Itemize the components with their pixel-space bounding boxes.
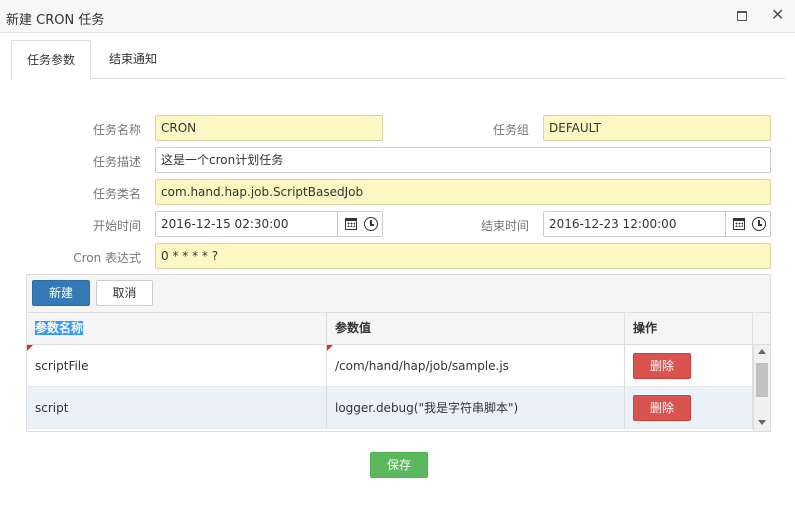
- close-icon[interactable]: ✕: [770, 5, 786, 24]
- job-group-label: 任务组: [492, 123, 529, 137]
- maximize-icon[interactable]: [734, 8, 750, 24]
- param-value-cell[interactable]: /com/hand/hap/job/sample.js: [327, 345, 625, 387]
- cancel-button[interactable]: 取消: [96, 280, 153, 306]
- job-name-label: 任务名称: [92, 123, 141, 137]
- job-description-label: 任务描述: [92, 155, 141, 169]
- param-name-cell[interactable]: script: [27, 387, 327, 429]
- param-name-cell[interactable]: scriptFile: [27, 345, 327, 387]
- save-button[interactable]: 保存: [370, 452, 428, 478]
- clock-icon[interactable]: [752, 217, 766, 231]
- cron-expression-label: Cron 表达式: [73, 251, 141, 265]
- job-description-field[interactable]: 这是一个cron计划任务: [155, 147, 771, 173]
- calendar-icon[interactable]: [345, 218, 357, 230]
- start-time-field[interactable]: 2016-12-15 02:30:00: [155, 211, 338, 237]
- job-name-field[interactable]: CRON: [155, 115, 383, 141]
- dialog-title: 新建 CRON 任务: [6, 13, 105, 28]
- end-time-field[interactable]: 2016-12-23 12:00:00: [543, 211, 726, 237]
- start-time-label: 开始时间: [92, 219, 141, 233]
- calendar-icon[interactable]: [733, 218, 745, 230]
- cron-expression-field[interactable]: 0 * * * * ?: [155, 243, 771, 269]
- grid-toolbar: 新建 取消: [27, 275, 770, 313]
- dirty-marker: [327, 345, 333, 351]
- tab-end-notification[interactable]: 结束通知: [94, 40, 172, 79]
- table-row[interactable]: scriptFile /com/hand/hap/job/sample.js 删…: [27, 345, 753, 387]
- dialog-window: 新建 CRON 任务 ✕ 任务参数 结束通知 任务名称 CRON 任务组 DEF…: [0, 0, 795, 506]
- column-header-param-name[interactable]: 参数名称: [27, 313, 327, 345]
- title-bar: 新建 CRON 任务 ✕: [0, 0, 795, 33]
- tab-job-params[interactable]: 任务参数: [11, 40, 91, 80]
- column-header-param-value[interactable]: 参数值: [327, 313, 625, 345]
- end-time-label: 结束时间: [480, 219, 529, 233]
- grid-header: 参数名称 参数值 操作: [27, 313, 770, 345]
- action-cell: 删除: [625, 387, 753, 429]
- param-value-cell[interactable]: logger.debug("我是字符串脚本"): [327, 387, 625, 429]
- scroll-down-arrow-icon[interactable]: [758, 420, 766, 425]
- start-time-picker: [337, 211, 383, 237]
- column-header-actions: 操作: [625, 313, 753, 345]
- job-group-field[interactable]: DEFAULT: [543, 115, 771, 141]
- column-header-scroll-spacer: [753, 313, 770, 345]
- job-class-field[interactable]: com.hand.hap.job.ScriptBasedJob: [155, 179, 771, 205]
- clock-icon[interactable]: [364, 217, 378, 231]
- scroll-up-arrow-icon[interactable]: [758, 349, 766, 354]
- end-time-picker: [725, 211, 771, 237]
- dirty-marker: [27, 345, 33, 351]
- tab-strip: 任务参数 结束通知: [10, 40, 785, 80]
- action-cell: 删除: [625, 345, 753, 387]
- delete-button[interactable]: 删除: [633, 353, 691, 379]
- grid-scrollbar[interactable]: [753, 345, 770, 431]
- new-button[interactable]: 新建: [32, 280, 90, 306]
- scroll-thumb[interactable]: [756, 363, 768, 397]
- delete-button[interactable]: 删除: [633, 395, 691, 421]
- params-grid: 新建 取消 参数名称 参数值 操作 scriptFile /com/hand/h…: [26, 274, 771, 432]
- job-class-label: 任务类名: [92, 187, 141, 201]
- table-row[interactable]: script logger.debug("我是字符串脚本") 删除: [27, 387, 753, 429]
